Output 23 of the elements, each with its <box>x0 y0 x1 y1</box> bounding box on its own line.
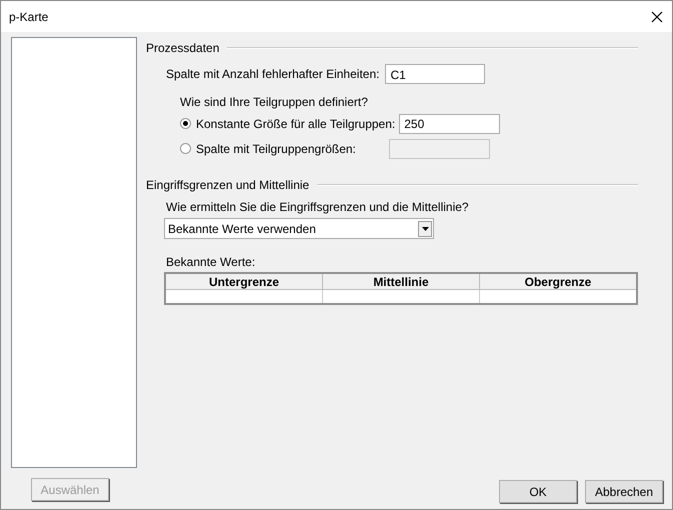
radio-button[interactable] <box>180 118 191 129</box>
dropdown-value: Bekannte Werte verwenden <box>168 222 316 236</box>
column-header[interactable]: Untergrenze <box>165 273 323 290</box>
column-header[interactable]: Mittellinie <box>322 273 480 290</box>
window-title: p-Karte <box>9 10 48 24</box>
input-field[interactable]: C1 <box>385 64 486 84</box>
dropdown-arrow-icon[interactable] <box>422 226 428 230</box>
question-text: Wie ermitteln Sie die Eingriffsgrenzen und die Mittellinie? <box>166 200 470 214</box>
input-field[interactable]: 250 <box>399 114 500 134</box>
field-label: Spalte mit Anzahl fehlerhafter Einheiten: <box>166 67 380 81</box>
close-icon[interactable] <box>650 10 664 24</box>
radio-button[interactable] <box>180 143 191 154</box>
table-label: Bekannte Werte: <box>166 255 256 269</box>
dialog-button[interactable]: OK <box>499 480 577 503</box>
list-box[interactable] <box>11 37 137 468</box>
dialog-button[interactable]: Abbrechen <box>585 480 663 503</box>
method-dropdown[interactable]: Bekannte Werte verwenden <box>164 218 434 239</box>
radio-label: Spalte mit Teilgruppengrößen: <box>196 142 356 156</box>
section-title: Prozessdaten <box>146 41 220 55</box>
column-header[interactable]: Obergrenze <box>479 273 637 290</box>
question-text: Wie sind Ihre Teilgruppen definiert? <box>180 95 369 109</box>
radio-label: Konstante Größe für alle Teilgruppen: <box>196 116 396 130</box>
section-title: Eingriffsgrenzen und Mittellinie <box>146 178 310 192</box>
